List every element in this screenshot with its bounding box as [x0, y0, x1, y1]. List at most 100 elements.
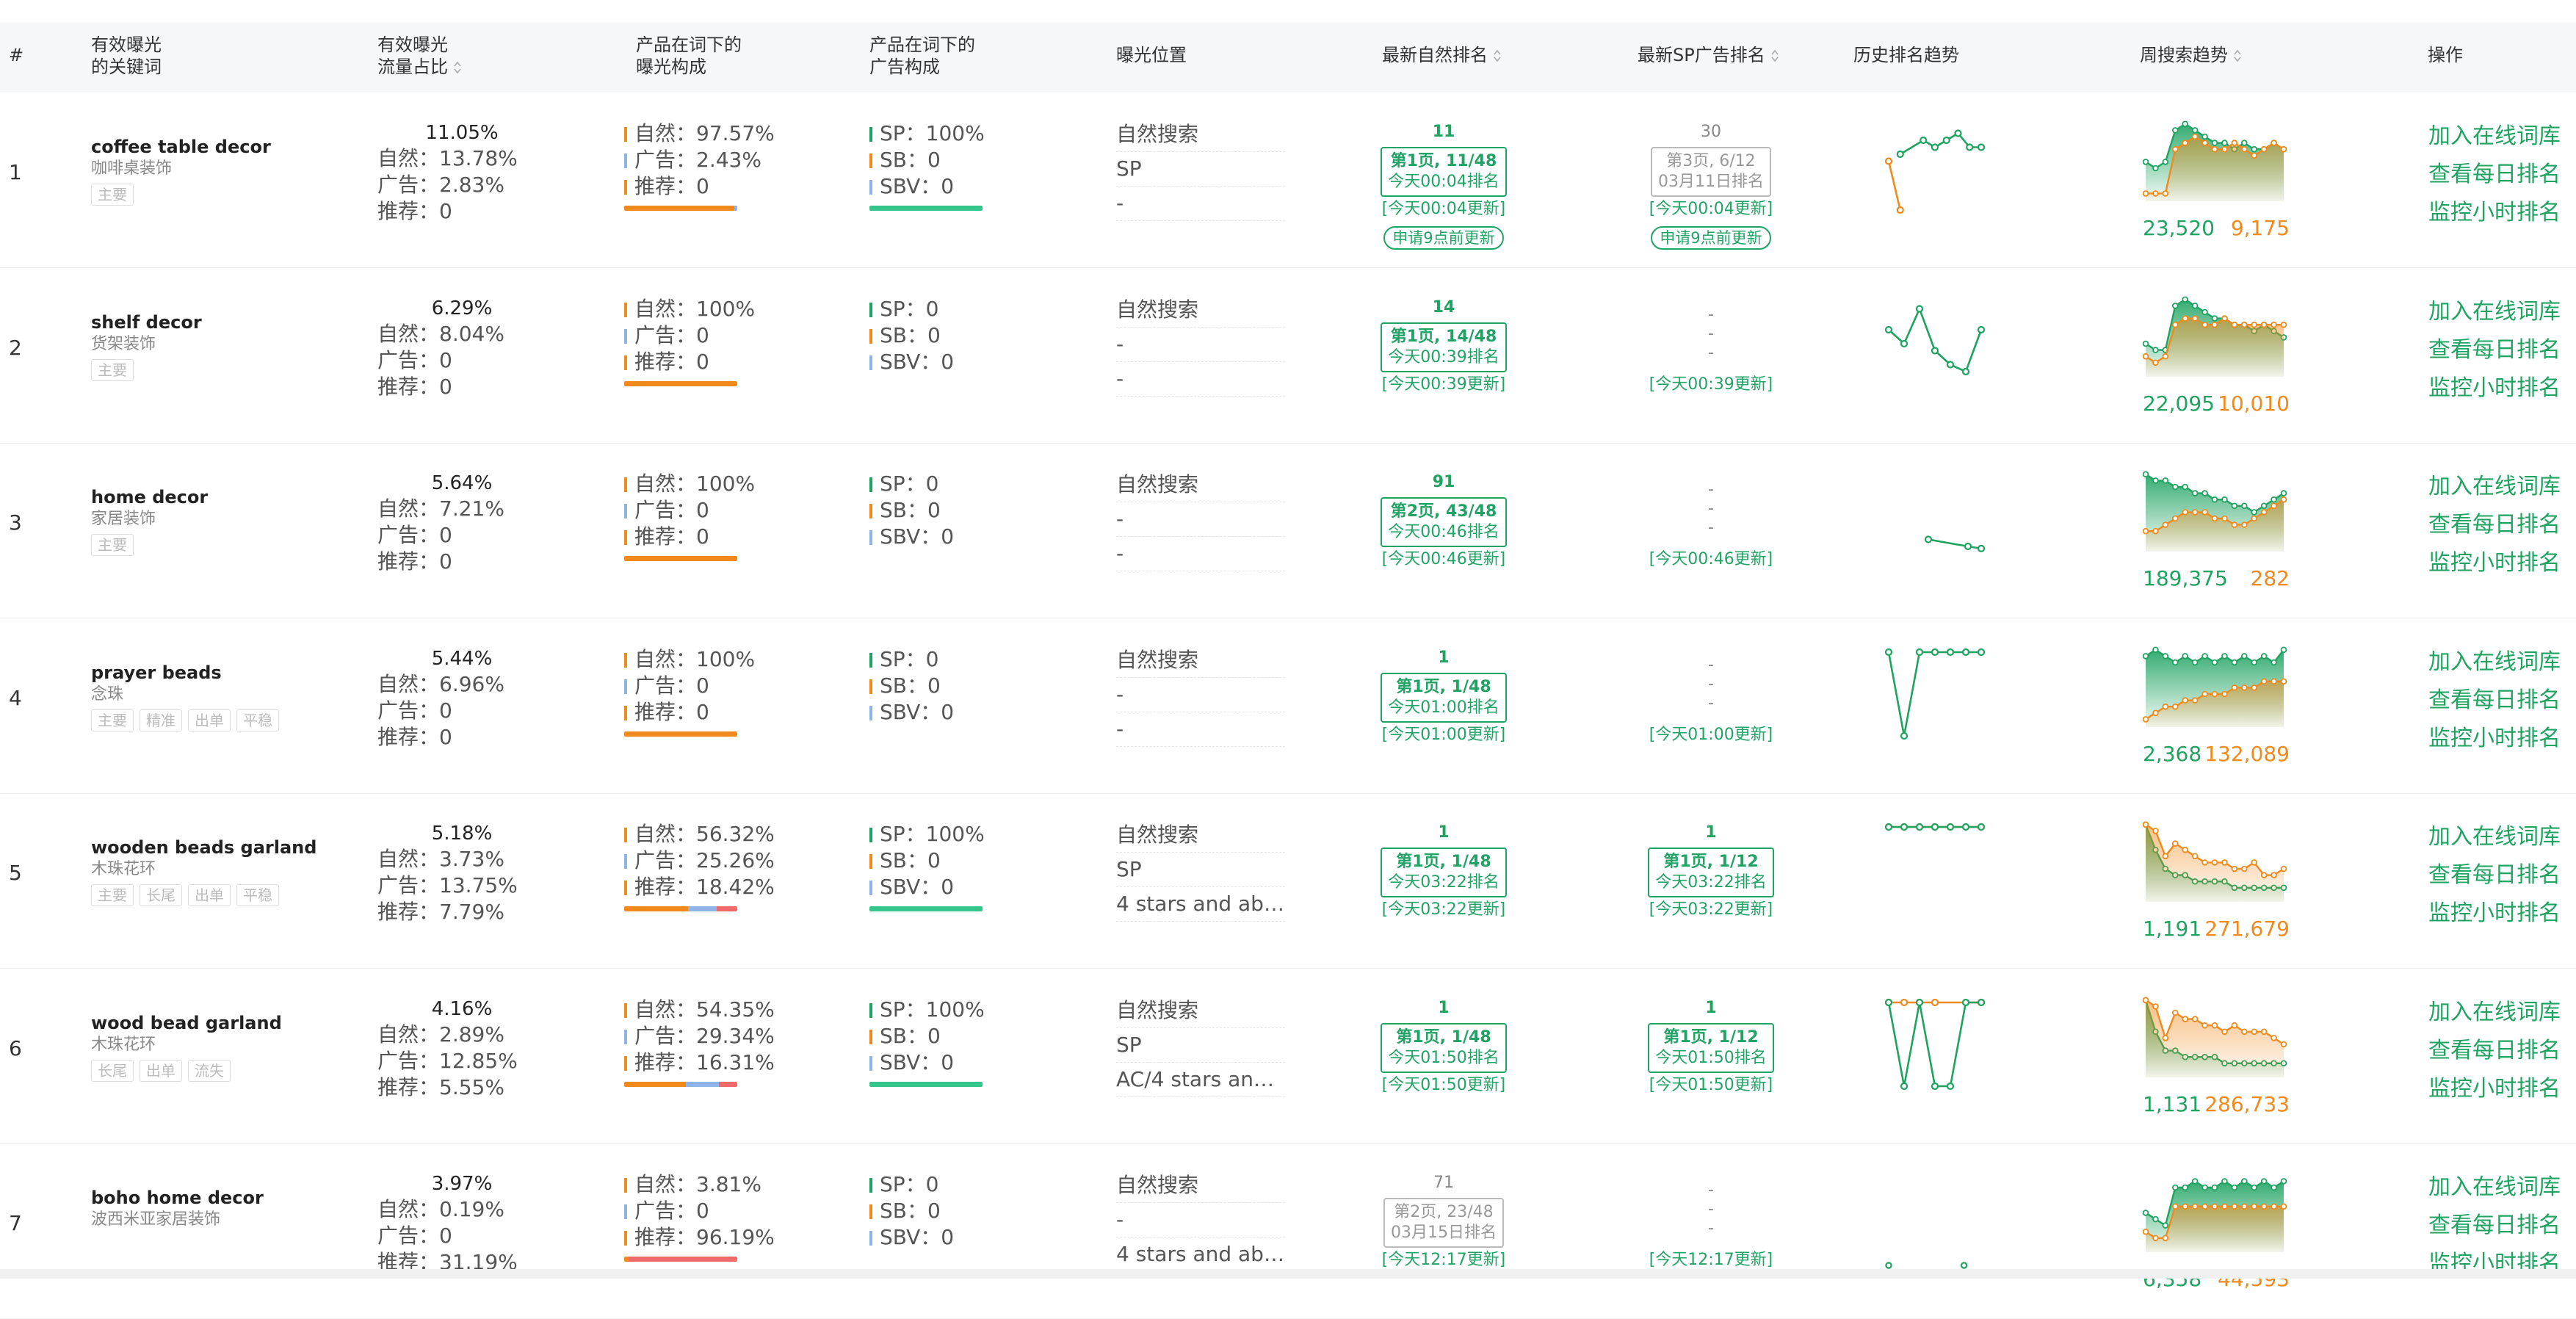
rank-updated[interactable]: [今天01:50更新]: [1638, 1074, 1784, 1096]
ops-cell: 加入在线词库 查看每日排名 监控小时排名: [2428, 1168, 2561, 1283]
rank-updated[interactable]: [今天03:22更新]: [1370, 899, 1517, 921]
col-share-l1: 有效曝光: [377, 35, 448, 55]
comp-ad-cell: SP：100% SB：0 SBV：0: [869, 821, 985, 911]
share-total: 5.18%: [431, 823, 493, 845]
keyword-tag: 出单: [188, 709, 231, 731]
keyword-tag: 主要: [91, 358, 134, 381]
keyword-en[interactable]: prayer beads: [91, 661, 285, 684]
keyword-en[interactable]: boho home decor: [91, 1186, 264, 1210]
share-cell: 3.97% 自然：0.19% 广告：0 推荐：31.19%: [377, 1171, 539, 1276]
monitor-hourly-rank-link[interactable]: 监控小时排名: [2428, 1070, 2561, 1108]
sort-icon[interactable]: [452, 59, 463, 76]
keyword-tags: 主要: [91, 358, 202, 381]
rank-updated[interactable]: [今天00:46更新]: [1638, 549, 1784, 571]
rank-updated[interactable]: [今天12:17更新]: [1370, 1249, 1517, 1271]
monitor-hourly-rank-link[interactable]: 监控小时排名: [2428, 720, 2561, 758]
comp-natural-line-text: 自然：100%: [634, 471, 756, 496]
col-weekly[interactable]: 周搜索趋势: [2140, 44, 2243, 66]
rank-time: 今天03:22排名: [1388, 873, 1499, 892]
view-daily-rank-link[interactable]: 查看每日排名: [2428, 156, 2561, 194]
sort-icon[interactable]: [1770, 48, 1780, 64]
keyword-en[interactable]: home decor: [91, 485, 208, 509]
rank-updated[interactable]: [今天00:39更新]: [1370, 374, 1517, 396]
view-daily-rank-link[interactable]: 查看每日排名: [2428, 856, 2561, 895]
comp-bar-segment: [716, 906, 737, 911]
comp-natural-line-text: 自然：3.81%: [634, 1172, 761, 1196]
comp-sbv-line-text: SBV：0: [880, 524, 955, 549]
marker-icon: [869, 180, 872, 195]
monitor-hourly-rank-link[interactable]: 监控小时排名: [2428, 895, 2561, 933]
weekly-ad-point: [2191, 1015, 2199, 1022]
position-item: 自然搜索: [1116, 468, 1285, 502]
col-natural-rank[interactable]: 最新自然排名: [1382, 44, 1502, 66]
keyword-cn: 念珠: [91, 684, 124, 704]
view-daily-rank-link[interactable]: 查看每日排名: [2428, 506, 2561, 544]
rank-updated[interactable]: [今天03:22更新]: [1638, 899, 1784, 921]
marker-icon: [624, 881, 627, 895]
rank-updated[interactable]: [今天01:00更新]: [1638, 724, 1784, 746]
rank-page: 第2页, 23/48: [1394, 1203, 1494, 1221]
add-to-lexicon-link[interactable]: 加入在线词库: [2428, 994, 2561, 1032]
keyword-en[interactable]: coffee table decor: [91, 135, 271, 159]
weekly-trend-chart: 1,191 271,679: [2142, 814, 2290, 941]
comp-ad-line-text: 广告：0: [634, 498, 709, 522]
rank-updated[interactable]: [今天01:50更新]: [1370, 1074, 1517, 1096]
monitor-hourly-rank-link[interactable]: 监控小时排名: [2428, 194, 2561, 232]
weekly-ad-point: [2280, 677, 2287, 684]
view-daily-rank-link[interactable]: 查看每日排名: [2428, 331, 2561, 369]
natural-rank-cell: 71 第2页, 23/48 03月15日排名 [今天12:17更新]: [1370, 1173, 1517, 1271]
monitor-hourly-rank-link[interactable]: 监控小时排名: [2428, 544, 2561, 582]
marker-icon: [869, 504, 872, 518]
weekly-ad-point: [2162, 190, 2169, 197]
request-update-button[interactable]: 申请9点前更新: [1651, 226, 1771, 250]
weekly-value-natural: 189,375: [2143, 566, 2228, 590]
weekly-ad-point: [2171, 515, 2179, 522]
history-trend-chart: [1880, 471, 1990, 574]
monitor-hourly-rank-link[interactable]: 监控小时排名: [2428, 369, 2561, 408]
comp-sbv-line-text: SBV：0: [880, 174, 955, 198]
history-natural-line: [1887, 1001, 1981, 1087]
comp-ad-cell: SP：0 SB：0 SBV：0: [869, 1171, 954, 1251]
weekly-ad-point: [2152, 527, 2159, 535]
add-to-lexicon-link[interactable]: 加入在线词库: [2428, 118, 2561, 156]
request-update-button[interactable]: 申请9点前更新: [1383, 226, 1504, 250]
comp-sp-line-text: SP：100%: [880, 121, 985, 145]
sort-icon[interactable]: [2232, 48, 2243, 64]
keyword-en[interactable]: wooden beads garland: [91, 836, 316, 859]
keyword-en[interactable]: shelf decor: [91, 311, 202, 334]
keyword-en[interactable]: wood bead garland: [91, 1011, 282, 1035]
rank-updated[interactable]: [今天00:04更新]: [1370, 198, 1517, 220]
rank-updated[interactable]: [今天12:17更新]: [1638, 1249, 1784, 1271]
add-to-lexicon-link[interactable]: 加入在线词库: [2428, 468, 2561, 506]
sort-icon[interactable]: [1492, 48, 1502, 64]
view-daily-rank-link[interactable]: 查看每日排名: [2428, 682, 2561, 720]
rank-updated[interactable]: [今天00:04更新]: [1638, 198, 1784, 220]
comp-sb-line-text: SB：0: [880, 848, 941, 872]
position-item: 自然搜索: [1116, 118, 1285, 152]
weekly-ad-point: [2240, 1027, 2248, 1035]
rank-updated[interactable]: [今天00:39更新]: [1638, 374, 1784, 396]
weekly-trend-chart: 1,131 286,733: [2142, 989, 2290, 1116]
weekly-ad-point: [2240, 865, 2248, 872]
view-daily-rank-link[interactable]: 查看每日排名: [2428, 1032, 2561, 1070]
add-to-lexicon-link[interactable]: 加入在线词库: [2428, 293, 2561, 331]
history-natural-point: [1931, 648, 1939, 656]
col-sp-rank[interactable]: 最新SP广告排名: [1638, 44, 1780, 66]
rank-updated[interactable]: [今天00:46更新]: [1370, 549, 1517, 571]
view-daily-rank-link[interactable]: 查看每日排名: [2428, 1207, 2561, 1245]
add-to-lexicon-link[interactable]: 加入在线词库: [2428, 818, 2561, 856]
add-to-lexicon-link[interactable]: 加入在线词库: [2428, 643, 2561, 682]
rank-box: 第1页, 11/48 今天00:04排名: [1381, 147, 1507, 197]
col-history: 历史排名趋势: [1853, 45, 1959, 65]
share-cell: 5.18% 自然：3.73% 广告：13.75% 推荐：7.79%: [377, 821, 539, 925]
weekly-ad-point: [2142, 821, 2149, 828]
position-item: -: [1116, 1203, 1285, 1237]
ops-cell: 加入在线词库 查看每日排名 监控小时排名: [2428, 643, 2561, 758]
marker-icon: [624, 1204, 627, 1219]
marker-icon: [624, 1231, 627, 1246]
weekly-ad-point: [2182, 314, 2189, 322]
horizontal-scrollbar[interactable]: [0, 1269, 2576, 1279]
add-to-lexicon-link[interactable]: 加入在线词库: [2428, 1168, 2561, 1207]
col-share[interactable]: 有效曝光 流量占比: [377, 34, 463, 78]
rank-updated[interactable]: [今天01:00更新]: [1370, 724, 1517, 746]
